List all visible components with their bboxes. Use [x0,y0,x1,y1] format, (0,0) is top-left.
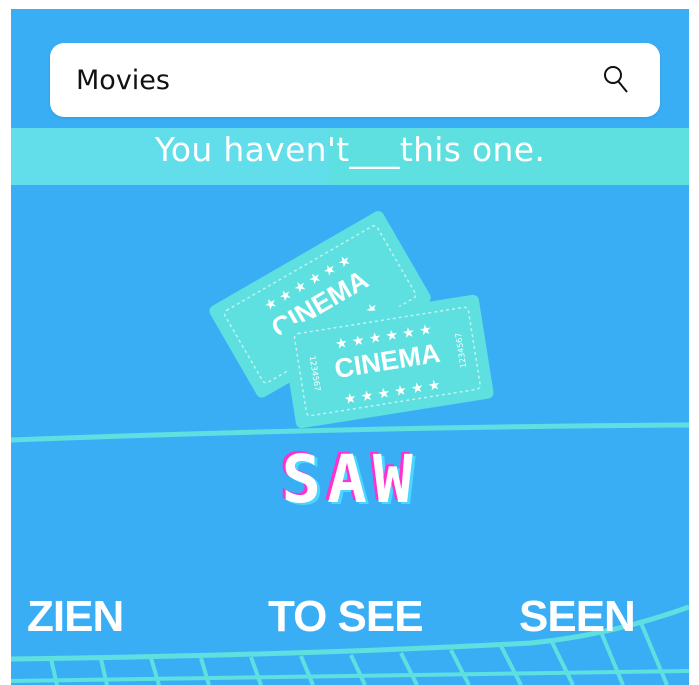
movie-title: SAW [281,441,419,518]
cinema-tickets-icon: CINEMA ★ ★ ★ ★ ★ ★ ★ ★ ★ ★ ★ ★ CINEMA ★ … [209,211,494,429]
search-bar[interactable]: Movies [50,43,660,117]
search-icon[interactable] [600,63,634,97]
search-input[interactable]: Movies [76,65,170,96]
option-seen-button[interactable]: SEEN [519,592,636,642]
option-to-see-button[interactable]: TO SEE [268,592,424,642]
quiz-canvas: Movies You haven't___this one. CINEMA ★ … [11,9,689,685]
prompt-banner: You haven't___this one. [11,128,689,185]
prompt-text: You haven't___this one. [154,130,546,169]
option-zien-button[interactable]: ZIEN [27,592,124,642]
